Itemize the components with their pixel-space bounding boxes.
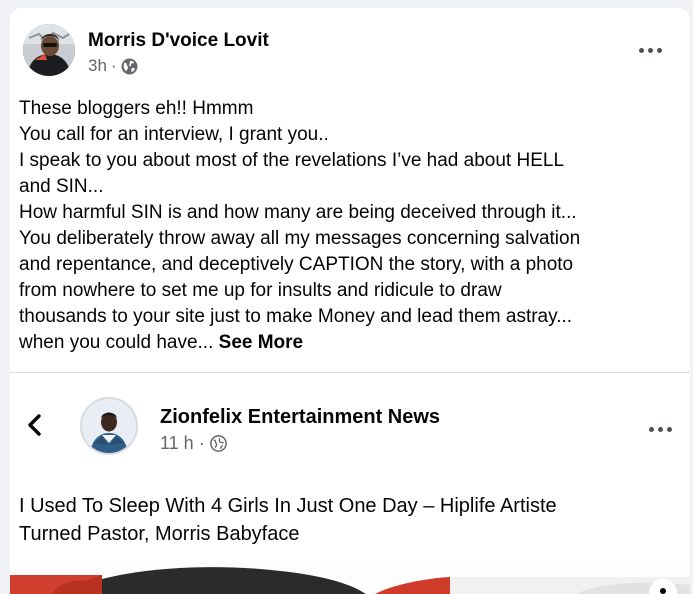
post-text-line: These bloggers eh!! Hmmm [19,98,254,119]
article-title-line: Turned Pastor, Morris Babyface [19,523,300,545]
shared-article-title[interactable]: I Used To Sleep With 4 Girls In Just One… [19,492,679,548]
post-text-line: You deliberately throw away all my messa… [19,228,581,249]
see-more-link[interactable]: See More [219,332,303,353]
article-title-line: I Used To Sleep With 4 Girls In Just One… [19,495,557,517]
post-options-button[interactable] [632,38,668,62]
chevron-left-icon [28,414,41,436]
facebook-post-card: Morris D'voice Lovit 3h · These bloggers… [10,8,690,594]
post-time[interactable]: 3h [88,56,107,76]
author-avatar[interactable] [23,24,75,76]
page-name[interactable]: Zionfelix Entertainment News [160,406,440,429]
post-meta: 3h · [88,56,138,76]
more-horizontal-icon [638,47,662,53]
globe-icon [209,435,227,452]
post-text-line: and repentance, and deceptively CAPTION … [19,254,574,275]
meta-separator: · [198,433,205,453]
post-message: These bloggers eh!! Hmmm You call for an… [19,96,679,356]
post-text-last-line: when you could have... See More [19,330,679,356]
shared-post[interactable]: Zionfelix Entertainment News 11 h · I Us… [10,372,690,594]
author-avatar-image [23,24,75,76]
more-horizontal-icon [648,426,672,432]
post-text-line: and SIN... [19,176,104,197]
back-button[interactable] [22,411,48,439]
post-text-line: from nowhere to set me up for insults an… [19,280,502,301]
globe-icon [121,58,138,75]
shared-post-time[interactable]: 11 h [160,433,194,454]
page-avatar-image [82,399,136,453]
post-text-line: How harmful SIN is and how many are bein… [19,202,577,223]
shared-post-options-button[interactable] [642,417,678,441]
article-thumbnail[interactable] [10,563,690,594]
page-avatar[interactable] [80,397,138,455]
post-text-line: thousands to your site just to make Mone… [19,306,573,327]
post-text-line: when you could have... [19,332,214,353]
shared-post-meta: 11 h · [160,433,227,454]
post-text-line: You call for an interview, I grant you.. [19,124,329,145]
post-text-line: I speak to you about most of the revelat… [19,150,565,171]
author-name[interactable]: Morris D'voice Lovit [88,30,269,52]
meta-separator: · [110,56,117,75]
article-thumbnail-image [10,563,690,594]
